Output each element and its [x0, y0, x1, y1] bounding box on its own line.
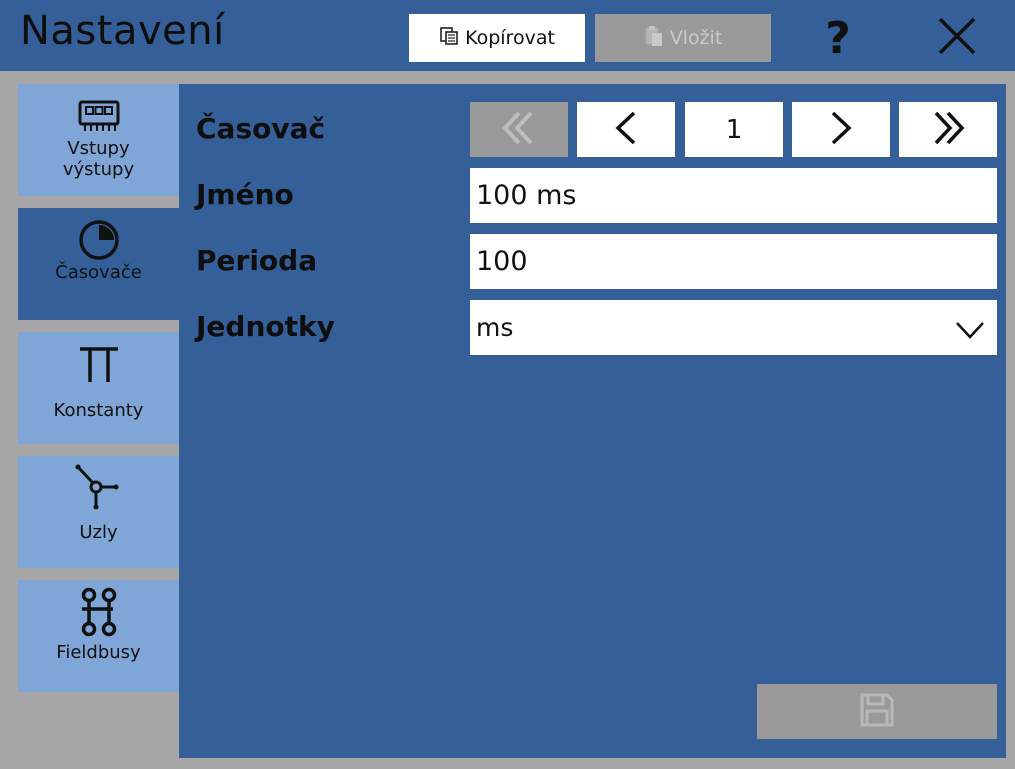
- name-value: 100 ms: [476, 180, 577, 211]
- sidebar-item-label: Vstupy výstupy: [62, 138, 135, 180]
- page-number: 1: [725, 114, 743, 145]
- help-button[interactable]: ?: [813, 10, 863, 66]
- paste-icon: [644, 25, 670, 52]
- page-title: Nastavení: [20, 8, 225, 54]
- last-page-button[interactable]: [899, 102, 997, 157]
- double-chevron-right-icon: [928, 110, 968, 150]
- period-label: Perioda: [196, 244, 318, 277]
- period-input[interactable]: 100: [470, 234, 997, 289]
- pi-constant-icon: [77, 342, 121, 386]
- paste-button[interactable]: Vložit: [595, 14, 771, 62]
- sidebar-item-constants[interactable]: Konstanty: [18, 332, 179, 444]
- fieldbus-icon: [77, 587, 121, 637]
- sidebar-item-timers[interactable]: Časovače: [18, 208, 179, 320]
- prev-page-button[interactable]: [577, 102, 675, 157]
- panel-edge: [1006, 84, 1015, 758]
- close-button[interactable]: [935, 10, 985, 66]
- double-chevron-left-icon: [499, 110, 539, 150]
- sidebar-item-nodes[interactable]: Uzly: [18, 456, 179, 568]
- chevron-down-icon: [955, 316, 985, 347]
- units-label: Jednotky: [196, 310, 335, 343]
- sidebar-item-label: Uzly: [79, 522, 118, 543]
- page-number-display: 1: [685, 102, 783, 157]
- period-value: 100: [476, 246, 528, 277]
- node-icon: [74, 464, 124, 510]
- help-icon: ?: [825, 12, 851, 64]
- chevron-right-icon: [829, 110, 853, 150]
- sidebar-item-io[interactable]: Vstupy výstupy: [18, 84, 179, 196]
- name-label: Jméno: [196, 178, 294, 211]
- timer-label: Časovač: [196, 112, 326, 145]
- save-button[interactable]: [757, 684, 997, 739]
- copy-label: Kopírovat: [465, 27, 555, 49]
- timer-icon: [77, 218, 121, 262]
- name-input[interactable]: 100 ms: [470, 168, 997, 223]
- close-icon: [937, 16, 983, 61]
- units-select[interactable]: ms: [470, 300, 997, 355]
- sidebar-item-label: Fieldbusy: [56, 642, 141, 663]
- chevron-left-icon: [614, 110, 638, 150]
- units-value: ms: [476, 313, 514, 342]
- copy-button[interactable]: Kopírovat: [409, 14, 585, 62]
- sidebar-item-label: Časovače: [55, 262, 142, 283]
- save-icon: [859, 692, 895, 732]
- first-page-button[interactable]: [470, 102, 568, 157]
- io-module-icon: [77, 94, 121, 138]
- title-bar: Nastavení Kopírovat Vložit ?: [0, 0, 1015, 71]
- sidebar-item-label: Konstanty: [53, 400, 144, 421]
- paste-label: Vložit: [669, 27, 723, 49]
- copy-icon: [439, 26, 465, 51]
- next-page-button[interactable]: [792, 102, 890, 157]
- sidebar-item-fieldbus[interactable]: Fieldbusy: [18, 580, 179, 692]
